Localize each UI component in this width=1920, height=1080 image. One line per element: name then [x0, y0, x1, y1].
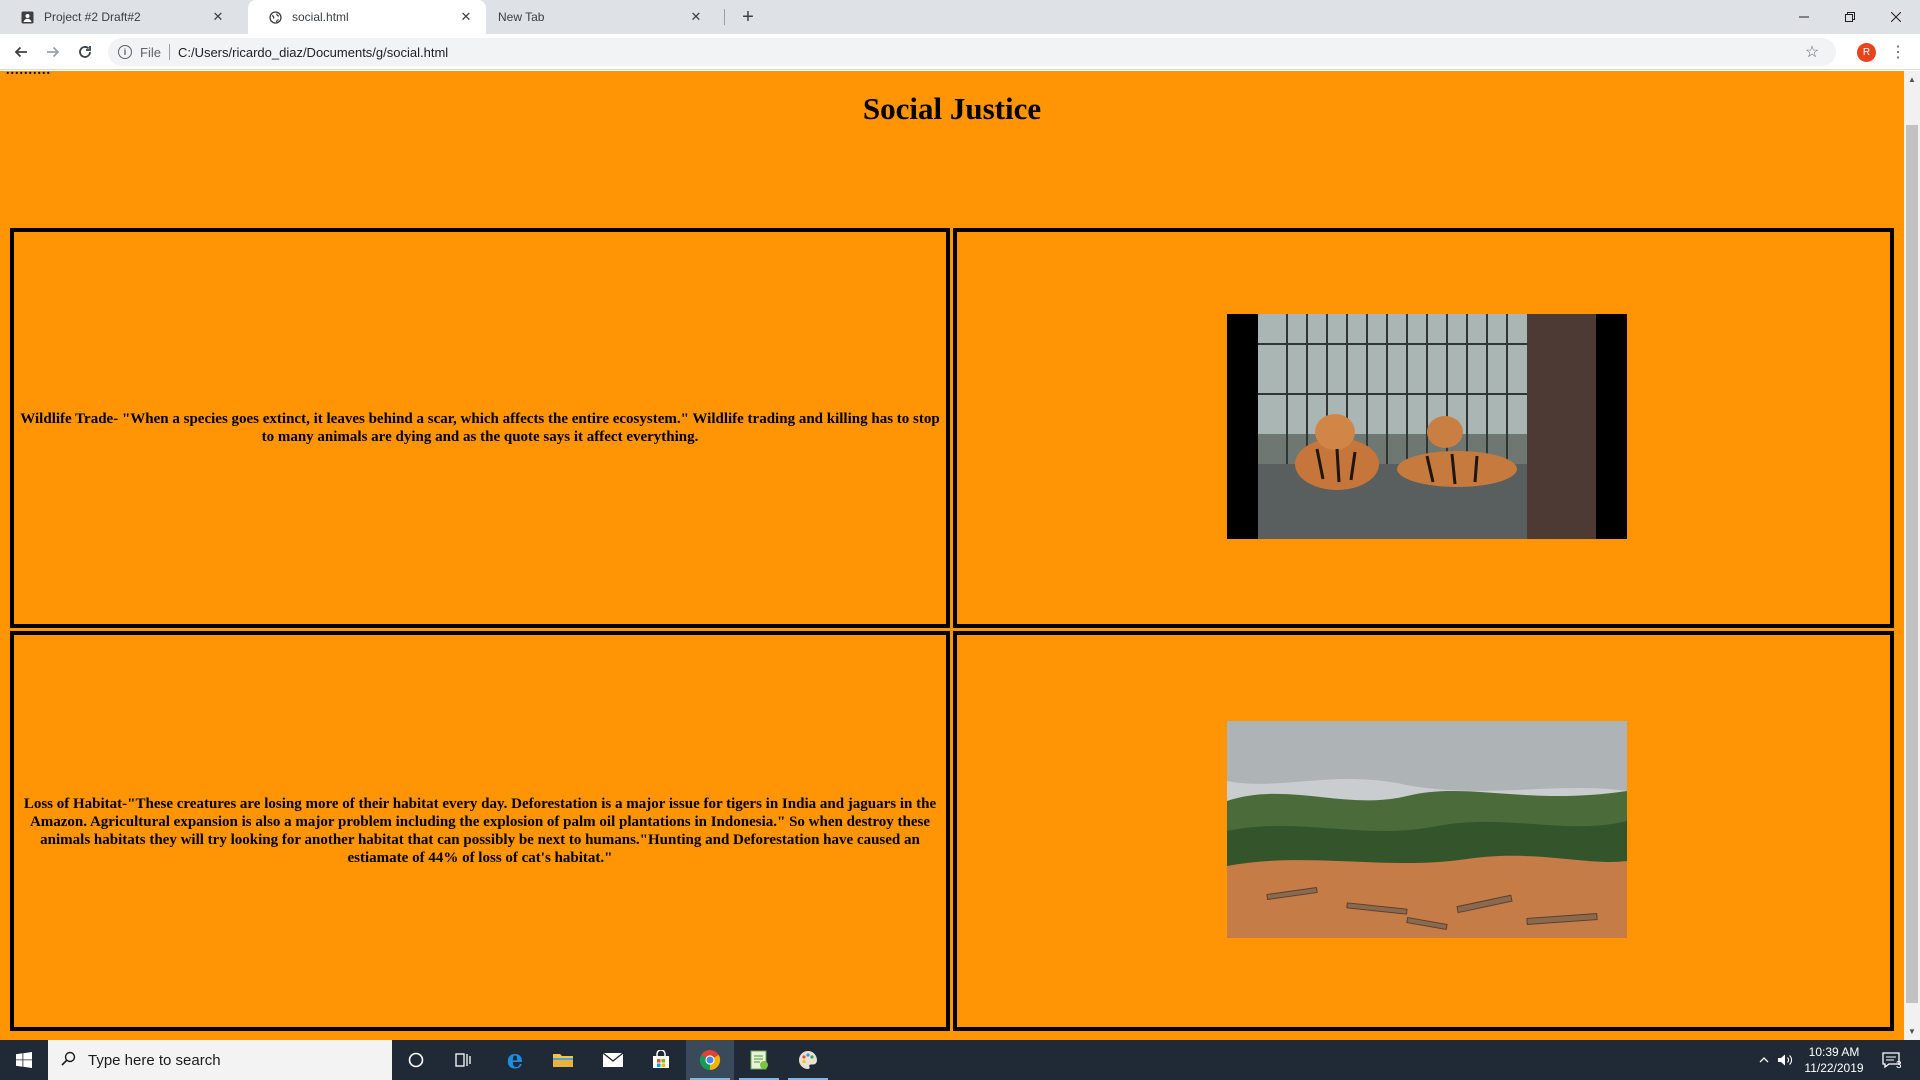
url-text[interactable]: C:/Users/ricardo_diaz/Documents/g/social…	[178, 45, 1802, 60]
restore-button[interactable]	[1827, 0, 1873, 34]
restore-icon	[1845, 12, 1855, 22]
new-tab-button[interactable]: +	[736, 5, 760, 29]
taskbar-mail[interactable]	[589, 1040, 637, 1080]
page-viewport: .......... Social Justice Wildlife Trade…	[0, 71, 1904, 1040]
deforested-hillside-image	[1227, 721, 1627, 938]
windows-logo-icon	[16, 1052, 32, 1068]
tab-project-draft[interactable]: Project #2 Draft#2 ✕	[0, 0, 238, 34]
search-icon	[48, 1051, 88, 1070]
taskbar-search-box[interactable]: Type here to search	[48, 1040, 392, 1080]
start-button[interactable]	[0, 1040, 48, 1080]
tab-title: social.html	[292, 10, 349, 24]
loss-of-habitat-text: Loss of Habitat-"These creatures are los…	[23, 796, 937, 866]
document-icon	[20, 10, 34, 24]
system-clock[interactable]: 10:39 AM 11/22/2019	[1796, 1044, 1872, 1076]
cortana-button[interactable]	[392, 1040, 440, 1080]
taskbar-paint[interactable]	[784, 1040, 832, 1080]
back-button[interactable]	[8, 39, 34, 65]
close-tab-icon[interactable]: ✕	[458, 9, 474, 25]
taskbar-chrome[interactable]	[686, 1040, 734, 1080]
taskbar-edge[interactable]: e	[491, 1040, 539, 1080]
taskbar-file-explorer[interactable]	[539, 1040, 587, 1080]
chrome-icon	[699, 1050, 721, 1071]
task-view-button[interactable]	[440, 1040, 488, 1080]
bookmark-star-icon[interactable]: ☆	[1802, 42, 1822, 62]
address-divider	[168, 44, 170, 60]
tab-strip: Project #2 Draft#2 ✕ social.html ✕ New T…	[0, 0, 1920, 34]
tab-social-html[interactable]: social.html ✕	[248, 0, 486, 34]
taskbar-store[interactable]	[637, 1040, 685, 1080]
profile-avatar[interactable]: R	[1857, 43, 1876, 62]
tab-new-tab[interactable]: New Tab ✕	[478, 0, 716, 34]
paint-palette-icon	[799, 1051, 817, 1069]
page-title: Social Justice	[862, 91, 1042, 126]
clock-date: 11/22/2019	[1804, 1061, 1864, 1075]
folder-icon	[553, 1054, 573, 1067]
forward-arrow-icon	[47, 46, 60, 58]
cortana-circle-icon	[408, 1052, 424, 1068]
search-placeholder: Type here to search	[88, 1051, 221, 1069]
browser-toolbar: i File C:/Users/ricardo_diaz/Documents/g…	[0, 34, 1920, 70]
notepad-plus-icon	[750, 1050, 768, 1070]
reload-button[interactable]	[72, 39, 98, 65]
scroll-down-arrow-icon[interactable]: ▼	[1908, 1027, 1916, 1036]
info-icon[interactable]: i	[118, 45, 132, 59]
close-tab-icon[interactable]: ✕	[210, 9, 226, 25]
taskbar-notepad-plus[interactable]	[735, 1040, 783, 1080]
back-arrow-icon	[14, 46, 27, 58]
mail-envelope-icon	[602, 1052, 624, 1067]
forward-button[interactable]	[40, 39, 66, 65]
store-bag-icon	[653, 1050, 669, 1068]
clock-time: 10:39 AM	[1808, 1045, 1860, 1059]
close-icon	[1891, 12, 1901, 22]
scroll-up-arrow-icon[interactable]: ▲	[1908, 75, 1916, 84]
minimize-button[interactable]	[1781, 0, 1827, 34]
globe-icon	[268, 10, 282, 24]
close-window-button[interactable]	[1873, 0, 1919, 34]
task-view-icon	[455, 1053, 471, 1067]
tab-title: Project #2 Draft#2	[44, 10, 141, 24]
tab-separator	[724, 9, 725, 25]
wildlife-trade-text: Wildlife Trade- "When a species goes ext…	[20, 411, 940, 445]
windows-taskbar: Type here to search e 10:39 AM 11/22/201…	[0, 1040, 1920, 1080]
reload-icon	[79, 46, 91, 58]
show-hidden-icons-chevron-icon[interactable]	[1756, 1040, 1772, 1080]
vertical-scrollbar[interactable]: ▲ ▼	[1904, 71, 1920, 1040]
minimize-icon	[1799, 16, 1809, 18]
image-cell-deforestation	[953, 631, 1894, 1031]
address-bar[interactable]: i File C:/Users/ricardo_diaz/Documents/g…	[108, 38, 1836, 66]
scheme-label: File	[140, 44, 161, 60]
scrollbar-thumb[interactable]	[1906, 125, 1918, 1003]
clipped-text-fragment: ..........	[6, 71, 51, 79]
image-cell-tigers	[953, 228, 1894, 628]
volume-speaker-icon[interactable]	[1776, 1040, 1794, 1080]
tab-title: New Tab	[498, 10, 545, 24]
browser-menu-icon[interactable]: ⋮	[1888, 42, 1908, 62]
text-cell-loss-of-habitat: Loss of Habitat-"These creatures are los…	[10, 631, 950, 1031]
text-cell-wildlife-trade: Wildlife Trade- "When a species goes ext…	[10, 228, 950, 628]
notification-count-badge: 3	[1896, 1060, 1902, 1071]
edge-browser-icon: e	[506, 1045, 524, 1075]
close-tab-icon[interactable]: ✕	[688, 9, 704, 25]
tigers-in-cage-image	[1227, 314, 1627, 539]
action-center-button[interactable]: 3	[1876, 1040, 1906, 1080]
